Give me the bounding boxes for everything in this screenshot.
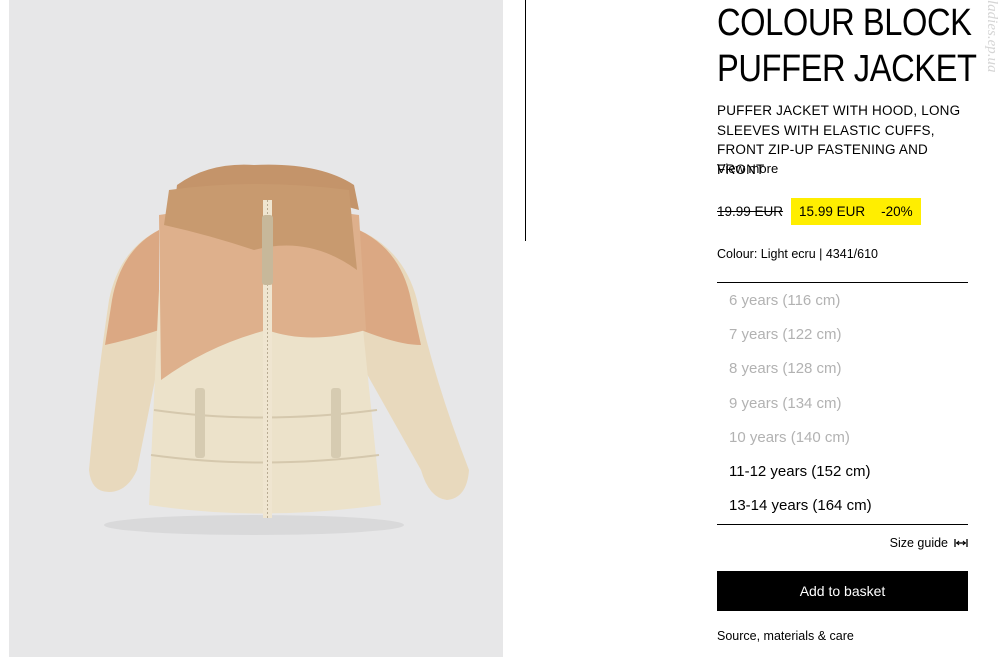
sale-price-badge: 15.99 EUR -20% xyxy=(791,198,921,225)
product-image[interactable] xyxy=(9,0,503,657)
product-title: COLOUR BLOCK PUFFER JACKET xyxy=(717,0,977,92)
jacket-illustration xyxy=(89,164,469,535)
size-option[interactable]: 13-14 years (164 cm) xyxy=(717,489,968,523)
size-option[interactable]: 7 years (122 cm) xyxy=(717,317,968,351)
product-title-line1: COLOUR BLOCK xyxy=(717,2,972,44)
new-price: 15.99 EUR xyxy=(799,204,866,219)
size-option[interactable]: 6 years (116 cm) xyxy=(717,283,968,317)
size-option[interactable]: 11-12 years (152 cm) xyxy=(717,454,968,488)
product-title-line2: PUFFER JACKET xyxy=(717,48,977,90)
view-more-link[interactable]: View more xyxy=(717,161,778,176)
size-option[interactable]: 8 years (128 cm) xyxy=(717,352,968,386)
size-guide-link[interactable]: Size guide xyxy=(890,536,968,550)
size-guide-label: Size guide xyxy=(889,536,948,550)
discount-percentage: -20% xyxy=(881,204,913,219)
add-to-basket-button[interactable]: Add to basket xyxy=(717,571,968,611)
price-row: 19.99 EUR 15.99 EUR -20% xyxy=(717,198,921,225)
ruler-icon xyxy=(954,539,968,547)
size-option[interactable]: 9 years (134 cm) xyxy=(717,386,968,420)
watermark-text: ladies.ep.ua xyxy=(984,0,1000,73)
old-price: 19.99 EUR xyxy=(717,204,784,219)
source-materials-link[interactable]: Source, materials & care xyxy=(717,629,854,643)
size-option[interactable]: 10 years (140 cm) xyxy=(717,420,968,454)
column-divider xyxy=(525,0,526,241)
size-list: 6 years (116 cm) 7 years (122 cm) 8 year… xyxy=(717,282,968,525)
colour-info: Colour: Light ecru | 4341/610 xyxy=(717,247,878,261)
